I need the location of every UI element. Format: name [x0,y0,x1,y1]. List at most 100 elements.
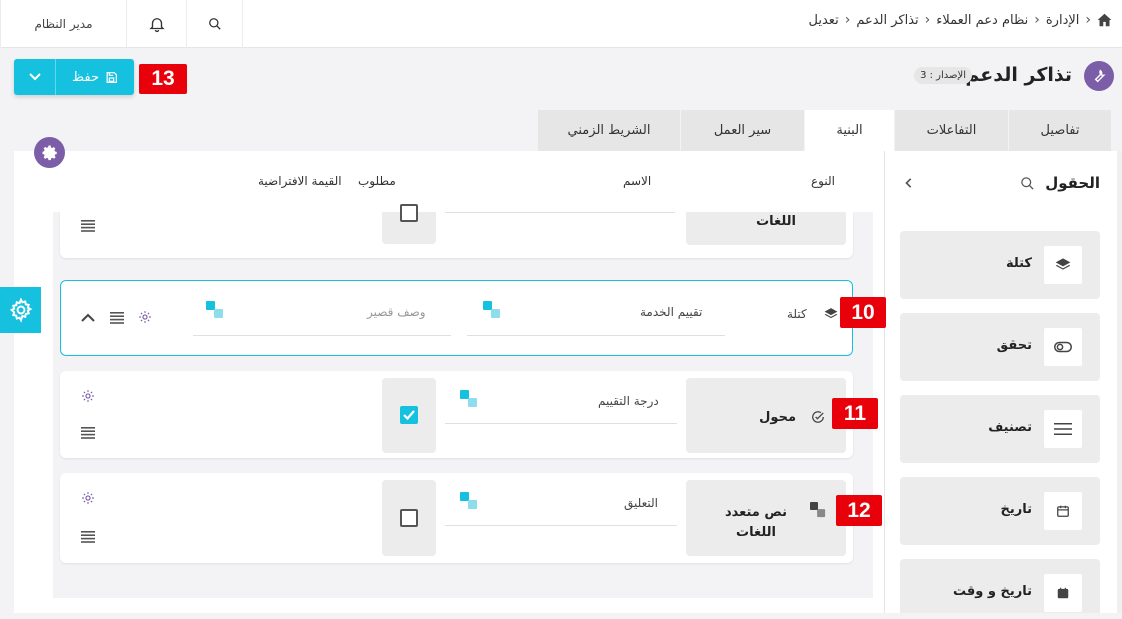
translate-icon[interactable] [460,390,478,408]
type-label: كتلة [787,307,807,321]
field-card-label: تحقق [996,338,1032,353]
gear-icon[interactable] [138,310,152,324]
multilang-name-input[interactable] [445,525,677,526]
translate-icon[interactable] [460,492,478,510]
checkmark-icon [403,410,415,420]
search-icon[interactable] [1020,176,1035,191]
drag-handle-icon[interactable] [81,531,95,543]
field-card-label: تصنيف [988,420,1032,435]
chevron-icon: ‹ [924,12,931,28]
type-box: اللغات [686,212,846,245]
notifications-button[interactable] [126,0,186,48]
chevron-icon: ‹ [1034,12,1040,28]
menu-icon [1044,410,1082,448]
side-settings-button[interactable] [0,287,41,333]
block-name-input[interactable] [467,335,725,336]
page-title: تذاكر الدعم [965,64,1072,86]
required-checkbox[interactable] [400,509,418,527]
tab-interactions[interactable]: التفاعلات [895,110,1008,151]
chevron-up-icon[interactable] [81,313,95,322]
annotation-badge-12: 12 [836,495,882,526]
search-icon [208,18,221,30]
gear-icon[interactable] [81,389,95,403]
user-menu[interactable]: مدير النظام [0,0,126,48]
field-row-block[interactable]: كتلة تقييم الخدمة وصف قصير [60,280,853,356]
layers-icon [824,308,838,319]
required-box [382,378,436,453]
panel-divider [884,151,885,613]
field-row-partial: اللغات [60,204,853,258]
home-icon[interactable] [1097,13,1112,27]
calendar-clock-icon [1044,574,1082,612]
translate-icon[interactable] [483,301,501,319]
save-button-group: حفظ [14,59,134,95]
description-underline [193,335,451,336]
translate-icon [810,502,826,518]
field-row-switch[interactable]: محول درجة التقييم [60,371,853,458]
scrollbar[interactable] [1117,151,1122,613]
type-label: محول [759,410,796,425]
required-checkbox[interactable] [400,406,418,424]
switch-name-value: درجة التقييم [598,394,659,408]
toggle-icon [1044,328,1082,366]
gear-icon [9,297,32,323]
drag-handle-icon[interactable] [110,312,124,324]
field-card-block[interactable]: كتلة [900,231,1100,299]
switch-name-input[interactable] [445,423,677,424]
chevron-down-icon [28,73,41,81]
breadcrumb-item-edit: تعديل [808,12,839,28]
breadcrumb-item-system[interactable]: نظام دعم العملاء [936,13,1028,28]
chevron-icon: ‹ [844,12,851,28]
annotation-badge-13: 13 [139,64,187,94]
drag-handle-icon[interactable] [81,220,95,232]
type-box: محول [686,378,846,453]
user-name: مدير النظام [34,17,93,31]
column-header-type: النوع [811,174,835,188]
tab-timeline[interactable]: الشريط الزمني [538,110,680,151]
field-card-category[interactable]: تصنيف [900,395,1100,463]
annotation-badge-10: 10 [840,297,886,328]
gear-icon [42,145,57,160]
column-header-required: مطلوب [358,174,396,188]
save-label: حفظ [72,69,99,85]
annotation-badge-11: 11 [832,398,878,429]
translate-icon[interactable] [206,301,224,319]
required-box [382,204,436,244]
field-card-datetime[interactable]: تاريخ و وقت [900,559,1100,613]
bell-icon [148,18,165,33]
column-header-name: الاسم [623,174,652,188]
save-button[interactable]: حفظ [56,59,134,95]
field-row-multilang[interactable]: نص متعدد اللغات التعليق [60,473,853,563]
required-checkbox[interactable] [400,204,418,222]
version-badge: الإصدار : 3 [914,67,972,84]
field-card-label: تاريخ [1000,502,1033,517]
settings-button[interactable] [34,137,65,168]
field-card-label: تاريخ و وقت [953,584,1032,599]
chevron-icon: ‹ [1085,12,1091,28]
field-card-label: كتلة [1005,256,1032,271]
breadcrumb: ‹ الإدارة ‹ نظام دعم العملاء ‹ تذاكر الد… [809,0,1112,40]
type-box: نص متعدد اللغات [686,480,846,556]
save-dropdown-button[interactable] [14,59,56,95]
multilang-name-value: التعليق [624,496,659,510]
layers-icon [1044,246,1082,284]
breadcrumb-item-tickets[interactable]: تذاكر الدعم [856,13,918,28]
tab-details[interactable]: تفاصيل [1009,110,1111,151]
fields-title: الحقول [1045,174,1100,192]
field-card-check[interactable]: تحقق [900,313,1100,381]
tab-structure[interactable]: البنية [805,110,894,151]
block-name-value: تقييم الخدمة [640,305,703,319]
breadcrumb-item-admin[interactable]: الإدارة [1046,13,1080,28]
calendar-icon [1044,492,1082,530]
gear-icon[interactable] [81,491,95,505]
drag-handle-icon[interactable] [81,427,95,439]
type-label: نص متعدد اللغات [724,505,788,540]
tab-workflow[interactable]: سير العمل [681,110,804,151]
required-box [382,480,436,556]
name-input[interactable] [445,212,675,213]
block-description-input[interactable]: وصف قصير [367,305,426,319]
check-circle-icon [812,411,824,423]
search-button[interactable] [186,0,243,48]
field-card-date[interactable]: تاريخ [900,477,1100,545]
chevron-left-icon[interactable] [905,178,913,188]
